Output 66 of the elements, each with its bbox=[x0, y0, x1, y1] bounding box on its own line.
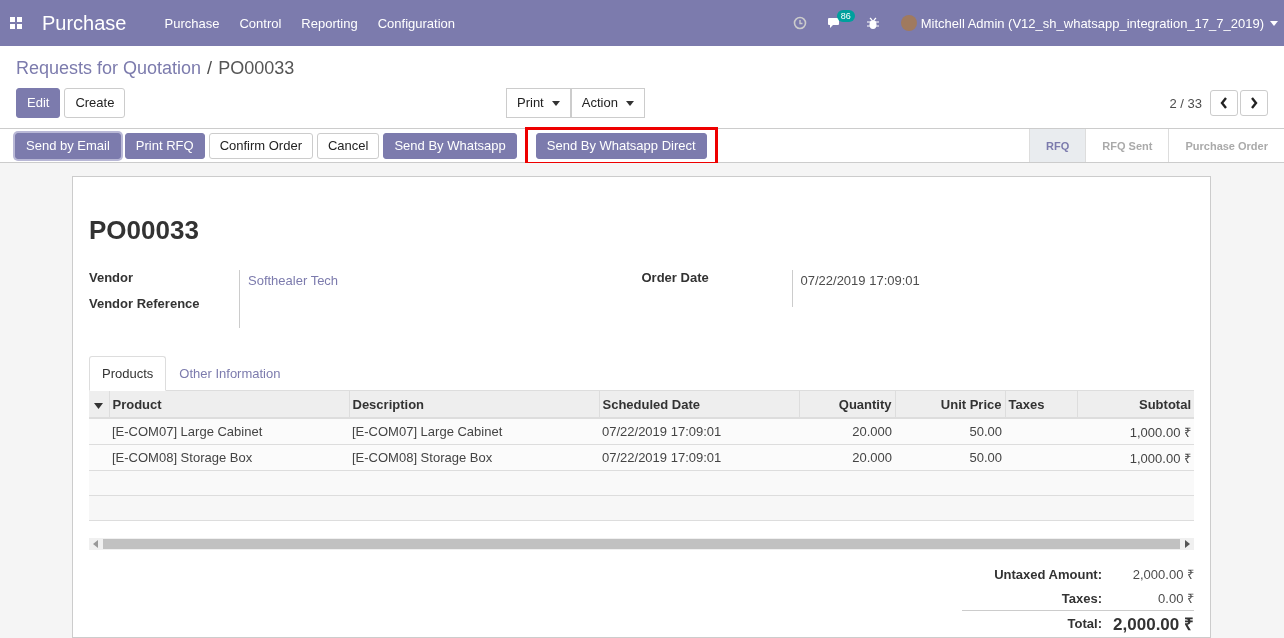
caret-icon[interactable] bbox=[1270, 20, 1278, 26]
user-menu[interactable]: Mitchell Admin (V12_sh_whatsapp_integration_17_7_2019) bbox=[920, 15, 1264, 31]
column-header[interactable]: Product bbox=[112, 396, 162, 412]
total-label: Untaxed Amount: bbox=[993, 566, 1102, 582]
table-cell: [E-COM08] Storage Box bbox=[112, 450, 253, 465]
field-value: 07/22/2019 17:09:01 bbox=[800, 273, 920, 288]
message-count-badge: 86 bbox=[836, 10, 855, 22]
horizontal-scrollbar[interactable] bbox=[89, 538, 1194, 550]
table-cell: 20.000 bbox=[852, 450, 892, 465]
table-cell: 1,000.00 ₹ bbox=[1129, 450, 1191, 466]
status-stage[interactable]: RFQ bbox=[1029, 129, 1086, 162]
breadcrumb-link[interactable]: Requests for Quotation bbox=[16, 58, 202, 79]
clock-icon[interactable] bbox=[792, 16, 807, 30]
table-cell: 50.00 bbox=[969, 450, 1002, 465]
status-stage[interactable]: RFQ Sent bbox=[1085, 129, 1169, 162]
field-label: Vendor Reference bbox=[89, 296, 201, 311]
caret-icon bbox=[625, 100, 634, 106]
breadcrumb-separator: / bbox=[207, 58, 213, 79]
field-label: Vendor bbox=[89, 270, 135, 285]
total-label: Total: bbox=[1066, 615, 1102, 631]
status-stage[interactable]: Purchase Order bbox=[1168, 129, 1284, 162]
table-cell: 1,000.00 ₹ bbox=[1129, 424, 1191, 440]
menu-item[interactable]: Purchase bbox=[164, 15, 220, 31]
create-button[interactable]: Create bbox=[64, 88, 126, 118]
send-whatsapp-button[interactable]: Send By Whatsapp bbox=[383, 132, 517, 159]
record-title: PO00033 bbox=[89, 215, 200, 246]
field-link[interactable]: Softhealer Tech bbox=[248, 273, 339, 288]
total-value: 2,000.00 ₹ bbox=[1112, 613, 1194, 635]
table-cell: [E-COM07] Large Cabinet bbox=[352, 424, 503, 439]
send-whatsapp-direct-button[interactable]: Send By Whatsapp Direct bbox=[535, 132, 707, 159]
table-cell: 20.000 bbox=[852, 424, 892, 439]
edit-button[interactable]: Edit bbox=[16, 88, 61, 118]
menu-item[interactable]: Configuration bbox=[377, 15, 456, 31]
total-label: Taxes: bbox=[1060, 590, 1102, 606]
bug-icon[interactable] bbox=[866, 16, 879, 30]
scroll-right-icon[interactable] bbox=[1184, 540, 1190, 548]
apps-menu-icon[interactable] bbox=[10, 17, 22, 29]
table-cell: 50.00 bbox=[969, 424, 1002, 439]
tab[interactable]: Other Information bbox=[166, 356, 294, 391]
total-value: 0.00 ₹ bbox=[1157, 590, 1194, 607]
app-title: Purchase bbox=[42, 11, 127, 35]
caret-icon bbox=[551, 100, 560, 106]
dropdown-button[interactable]: Print bbox=[506, 88, 571, 118]
chevron-left-icon bbox=[1220, 97, 1228, 109]
pager-value: 2 / 33 bbox=[1169, 95, 1202, 111]
scroll-left-icon[interactable] bbox=[93, 540, 99, 548]
confirm-order-button[interactable]: Confirm Order bbox=[208, 132, 313, 159]
send-email-button[interactable]: Send by Email bbox=[15, 132, 121, 159]
field-label: Order Date bbox=[641, 270, 710, 285]
menu-item[interactable]: Control bbox=[239, 15, 282, 31]
cancel-button[interactable]: Cancel bbox=[317, 132, 380, 159]
table-cell: 07/22/2019 17:09:01 bbox=[602, 450, 722, 465]
print-rfq-button[interactable]: Print RFQ bbox=[124, 132, 205, 159]
table-cell: [E-COM07] Large Cabinet bbox=[112, 424, 263, 439]
previous-button[interactable] bbox=[1210, 90, 1238, 116]
column-header[interactable]: Description bbox=[352, 396, 424, 412]
total-value: 2,000.00 ₹ bbox=[1131, 566, 1194, 583]
dropdown-button[interactable]: Action bbox=[570, 88, 645, 118]
table-cell: 07/22/2019 17:09:01 bbox=[602, 424, 722, 439]
table-cell: [E-COM08] Storage Box bbox=[352, 450, 493, 465]
chevron-right-icon bbox=[1250, 97, 1258, 109]
next-button[interactable] bbox=[1240, 90, 1268, 116]
sort-caret-icon[interactable] bbox=[94, 402, 104, 409]
breadcrumb-current: PO00033 bbox=[218, 58, 295, 79]
menu-item[interactable]: Reporting bbox=[301, 15, 358, 31]
tab[interactable]: Products bbox=[89, 356, 167, 391]
